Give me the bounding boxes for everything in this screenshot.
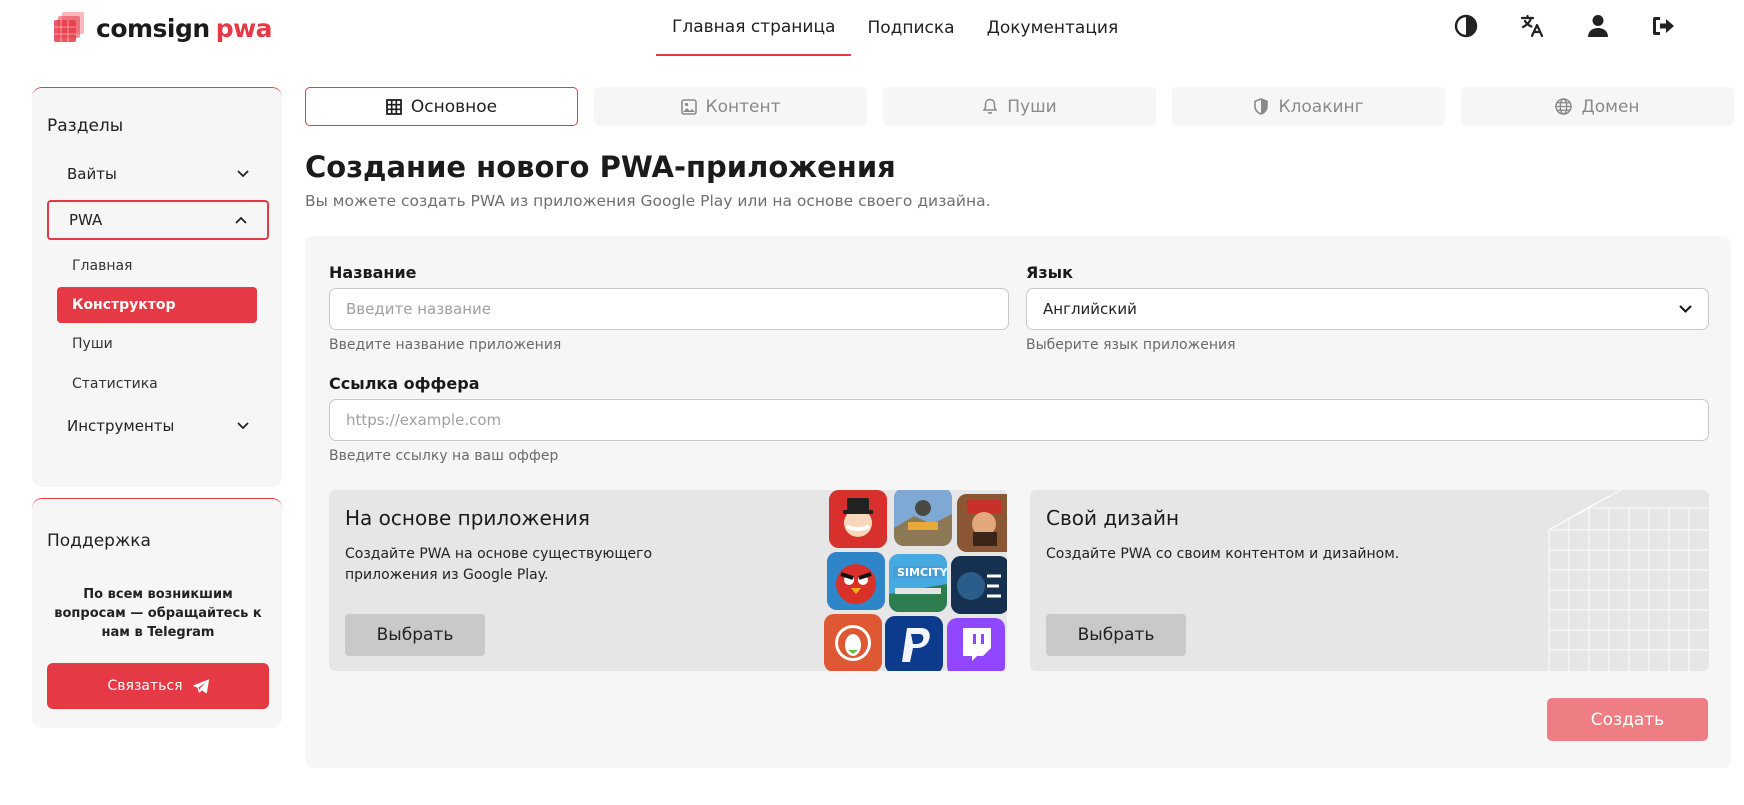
support-text: По всем возникшим вопросам — обращайтесь… bbox=[54, 587, 262, 640]
logout-icon[interactable] bbox=[1648, 8, 1680, 44]
offer-help: Введите ссылку на ваш оффер bbox=[329, 448, 559, 464]
support-title: Поддержка bbox=[47, 531, 151, 551]
language-select[interactable]: Английский bbox=[1026, 288, 1709, 330]
option-card-from-app: На основе приложения Создайте PWA на осн… bbox=[329, 490, 1007, 671]
top-navigation: Главная страница Подписка Документация bbox=[656, 0, 1134, 56]
app-icon-simcity: SIMCITY bbox=[889, 554, 947, 612]
nav-link-subscription[interactable]: Подписка bbox=[851, 0, 970, 56]
name-help: Введите название приложения bbox=[329, 337, 562, 353]
app-icons-collage: SIMCITY bbox=[819, 490, 1007, 671]
sidebar-sub-item-home[interactable]: Главная bbox=[57, 248, 257, 284]
constructor-tabs: Основное Контент Пуши Клоакинг Домен bbox=[305, 87, 1734, 126]
tab-label: Контент bbox=[705, 96, 781, 117]
tab-label: Клоакинг bbox=[1278, 96, 1364, 117]
tab-content[interactable]: Контент bbox=[594, 87, 867, 126]
contrast-icon[interactable] bbox=[1450, 8, 1482, 44]
user-icon[interactable] bbox=[1582, 8, 1614, 44]
option-text: Создайте PWA на основе существующего при… bbox=[345, 546, 653, 583]
sidebar-support: Поддержка По всем возникшим вопросам — о… bbox=[32, 498, 282, 728]
brand-name-part1: comsign bbox=[96, 13, 210, 43]
tab-label: Основное bbox=[410, 96, 498, 117]
tab-cloaking[interactable]: Клоакинг bbox=[1172, 87, 1445, 126]
shield-icon bbox=[1254, 98, 1269, 115]
grid-icon bbox=[385, 98, 402, 115]
tab-label: Домен bbox=[1581, 96, 1640, 117]
name-input[interactable] bbox=[329, 288, 1009, 330]
nav-link-label: Документация bbox=[986, 18, 1119, 38]
language-select-value: Английский bbox=[1043, 300, 1137, 318]
language-label: Язык bbox=[1026, 263, 1073, 282]
chevron-down-icon bbox=[1679, 305, 1692, 313]
page-title: Создание нового PWA-приложения bbox=[305, 150, 896, 184]
contact-button[interactable]: Связаться bbox=[47, 663, 269, 709]
globe-icon bbox=[1555, 98, 1573, 115]
sidebar-sub-item-stats[interactable]: Статистика bbox=[57, 366, 257, 402]
brand-name: comsign pwa bbox=[96, 13, 273, 43]
offer-url-input[interactable] bbox=[329, 399, 1709, 441]
option-title: Свой дизайн bbox=[1046, 506, 1180, 530]
offer-label: Ссылка оффера bbox=[329, 374, 480, 393]
option-text: Создайте PWA со своим контентом и дизайн… bbox=[1046, 546, 1400, 562]
form-panel: Название Введите название приложения Язы… bbox=[305, 236, 1731, 768]
brand-name-part2: pwa bbox=[215, 13, 273, 43]
telegram-icon bbox=[192, 678, 209, 693]
grid-pattern-decoration bbox=[1548, 490, 1709, 671]
tab-label: Пуши bbox=[1007, 96, 1057, 117]
option-card-own-design: Свой дизайн Создайте PWA со своим контен… bbox=[1030, 490, 1709, 671]
sidebar-sub-item-pushes[interactable]: Пуши bbox=[57, 326, 257, 362]
choose-from-app-button[interactable]: Выбрать bbox=[345, 614, 485, 656]
translate-icon[interactable] bbox=[1516, 8, 1548, 44]
sub-item-label: Статистика bbox=[72, 376, 158, 392]
tab-domain[interactable]: Домен bbox=[1461, 87, 1734, 126]
contact-button-label: Связаться bbox=[107, 678, 183, 694]
app-icon-duckduckgo bbox=[824, 614, 882, 671]
app-icon-clash bbox=[957, 494, 1007, 552]
sub-item-label: Главная bbox=[72, 258, 133, 274]
chevron-down-icon bbox=[237, 422, 249, 430]
nav-link-label: Главная страница bbox=[672, 17, 836, 37]
sidebar-item-whites[interactable]: Вайты bbox=[47, 154, 269, 194]
option-title: На основе приложения bbox=[345, 506, 590, 530]
choose-own-design-button[interactable]: Выбрать bbox=[1046, 614, 1186, 656]
header-actions bbox=[1450, 8, 1680, 44]
sidebar-item-tools[interactable]: Инструменты bbox=[47, 406, 269, 446]
chevron-up-icon bbox=[235, 216, 247, 224]
sidebar-item-label: Вайты bbox=[67, 165, 117, 183]
tab-pushes[interactable]: Пуши bbox=[883, 87, 1156, 126]
sub-item-label: Конструктор bbox=[72, 297, 176, 313]
language-help: Выберите язык приложения bbox=[1026, 337, 1236, 353]
name-label: Название bbox=[329, 263, 417, 282]
top-header: comsign pwa Главная страница Подписка Док… bbox=[0, 0, 1744, 56]
sidebar-sub-item-constructor[interactable]: Конструктор bbox=[57, 287, 257, 323]
nav-link-docs[interactable]: Документация bbox=[971, 0, 1135, 56]
sub-item-label: Пуши bbox=[72, 336, 113, 352]
nav-link-label: Подписка bbox=[867, 18, 955, 38]
tab-main[interactable]: Основное bbox=[305, 87, 578, 126]
app-icon-twitch bbox=[947, 618, 1005, 671]
create-button[interactable]: Создать bbox=[1547, 698, 1708, 741]
app-icon-monopoly bbox=[829, 490, 887, 548]
svg-text:SIMCITY: SIMCITY bbox=[897, 566, 947, 579]
sidebar-item-label: PWA bbox=[69, 211, 103, 229]
app-icon-angry-birds bbox=[827, 552, 885, 610]
brand-logo[interactable]: comsign pwa bbox=[52, 8, 273, 48]
sidebar-sections: Разделы Вайты PWA Главная Конструктор Пу… bbox=[32, 87, 282, 487]
sidebar-title: Разделы bbox=[47, 116, 124, 136]
app-icon-paypal bbox=[885, 616, 943, 671]
sidebar-item-pwa[interactable]: PWA bbox=[47, 200, 269, 240]
image-icon bbox=[680, 98, 697, 115]
sidebar-item-label: Инструменты bbox=[67, 417, 175, 435]
app-icon-fc bbox=[951, 556, 1007, 614]
page-subtitle: Вы можете создать PWA из приложения Goog… bbox=[305, 192, 991, 210]
bell-icon bbox=[982, 98, 998, 114]
nav-link-home[interactable]: Главная страница bbox=[656, 0, 852, 56]
chevron-down-icon bbox=[237, 170, 249, 178]
logo-mark-icon bbox=[54, 12, 84, 42]
app-icon-pubg bbox=[894, 490, 952, 546]
